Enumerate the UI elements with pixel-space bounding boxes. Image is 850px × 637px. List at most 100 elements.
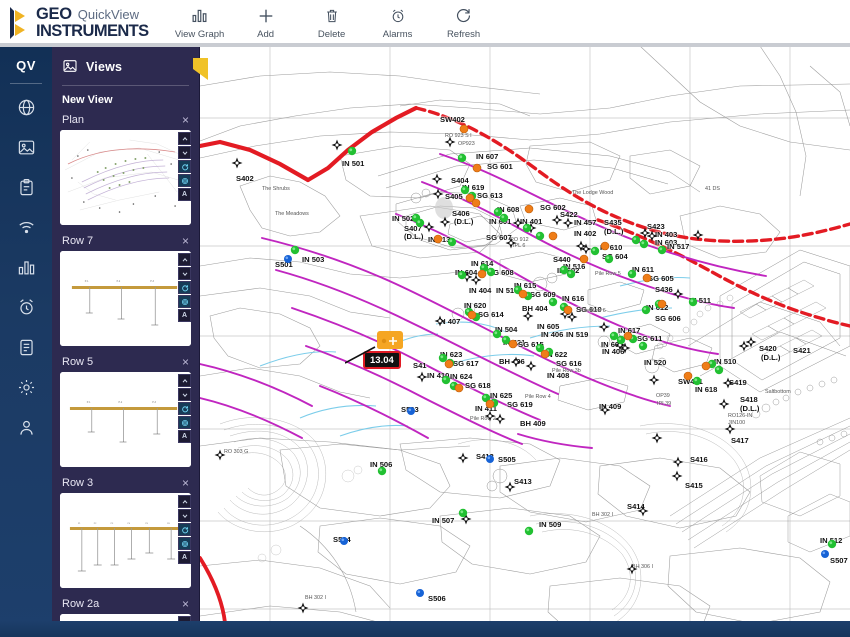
view-card-header: Row 2a × [60, 598, 191, 614]
move-down-button[interactable] [178, 388, 191, 401]
view-thumbnail-plan[interactable]: A [60, 130, 191, 225]
view-card-title: Row 2a [62, 598, 100, 610]
view-thumbnail-row7[interactable]: Pile Instrumentation Row 7 P-1P-2P-3 [60, 251, 191, 346]
map-marker-layer[interactable] [200, 46, 850, 637]
thumb-button-column: A [178, 374, 191, 443]
refresh-button[interactable]: Refresh [441, 6, 487, 40]
close-icon[interactable]: × [182, 477, 189, 489]
alarm-button[interactable]: A [178, 309, 191, 322]
strain-gauge-markers [433, 124, 711, 409]
sidebar-item-logs[interactable] [6, 330, 46, 370]
views-panel-title: Views [86, 59, 123, 74]
refresh-button[interactable] [178, 402, 191, 415]
view-card-header: Plan × [60, 114, 191, 130]
alarm-button[interactable]: A [178, 430, 191, 443]
views-panel-header: Views [52, 46, 199, 83]
view-thumbnail-row5[interactable]: Pile Instrumentation Row 5 P-1P-2P-3 [60, 372, 191, 467]
alarm-clock-icon [390, 6, 406, 26]
view-graph-button[interactable]: View Graph [175, 6, 224, 40]
refresh-button[interactable] [178, 160, 191, 173]
move-up-button[interactable] [178, 495, 191, 508]
refresh-icon [455, 6, 472, 26]
document-icon [17, 338, 36, 362]
view-card-row3[interactable]: Row 3 × Pile Instrumentation Row 3 [52, 477, 199, 598]
move-up-button[interactable] [178, 132, 191, 145]
main-toolbar: View Graph Add Delete Alarms Refresh [175, 6, 487, 40]
globe-icon [17, 98, 36, 122]
alarms-label: Alarms [382, 28, 413, 40]
bottom-status-bar [0, 621, 850, 637]
top-bar: GEO QuickView INSTRUMENTS View Graph Add… [0, 0, 850, 46]
sidebar-item-account[interactable] [6, 410, 46, 450]
close-icon[interactable]: × [182, 235, 189, 247]
sidebar-item-views[interactable] [6, 130, 46, 170]
topbar-shadow-strip [0, 43, 850, 47]
move-up-button[interactable] [178, 374, 191, 387]
alarms-button[interactable]: Alarms [375, 6, 421, 40]
move-down-button[interactable] [178, 267, 191, 280]
sidebar-item-sensors[interactable] [6, 210, 46, 250]
view-card-header: Row 5 × [60, 356, 191, 372]
user-icon [17, 418, 36, 442]
alarm-button[interactable]: A [178, 188, 191, 201]
image-icon [62, 58, 79, 75]
row3-section-graphic: P1 P2 P3 P4 P5 P6 [60, 493, 191, 588]
geo-logo-icon [8, 6, 30, 40]
settings-button[interactable] [178, 295, 191, 308]
thumb-button-column: A [178, 132, 191, 201]
rail-divider [10, 83, 42, 84]
move-down-button[interactable] [178, 509, 191, 522]
row5-section-graphic: P-1 P-2 P-3 [60, 372, 191, 467]
view-card-header: Row 7 × [60, 235, 191, 251]
callout-leader-line [345, 346, 376, 364]
sensor-value-callout[interactable]: 13.04 [345, 331, 403, 369]
view-card-header: Row 3 × [60, 477, 191, 493]
new-view-label: New View [62, 94, 113, 106]
view-thumbnail-row3[interactable]: Pile Instrumentation Row 3 [60, 493, 191, 588]
close-icon[interactable]: × [182, 598, 189, 610]
site-map[interactable]: S402 IN 501 SW402 RO 923 S I OP923 IN 607 SG 6… [200, 46, 850, 637]
refresh-button[interactable] [178, 281, 191, 294]
close-icon[interactable]: × [182, 114, 189, 126]
add-button[interactable]: Add [243, 6, 289, 40]
views-header-divider [62, 85, 189, 86]
water-markers [284, 255, 829, 597]
delete-button[interactable]: Delete [309, 6, 355, 40]
row7-section-graphic: P-1 P-2 P-3 [60, 251, 191, 346]
plan-thumbnail-graphic [60, 130, 191, 225]
alarm-button[interactable]: A [178, 551, 191, 564]
brand-line1: GEO [36, 5, 72, 23]
survey-markers [214, 136, 757, 614]
close-icon[interactable]: × [182, 356, 189, 368]
move-down-button[interactable] [178, 146, 191, 159]
sidebar-item-alarms[interactable] [6, 290, 46, 330]
sidebar-item-charts[interactable] [6, 250, 46, 290]
left-rail: QV [0, 46, 52, 637]
settings-button[interactable] [178, 537, 191, 550]
view-card-row7[interactable]: Row 7 × Pile Instrumentation Row 7 P-1P-… [52, 235, 199, 356]
settings-button[interactable] [178, 174, 191, 187]
view-card-title: Row 5 [62, 356, 94, 368]
add-label: Add [257, 28, 275, 40]
trash-icon [324, 6, 340, 26]
view-card-row5[interactable]: Row 5 × Pile Instrumentation Row 5 P-1P-… [52, 356, 199, 477]
views-panel: Views New View Plan × A Row 7 × P-1 P-2 … [52, 46, 200, 637]
alarm-marker-icon [377, 331, 403, 349]
view-card-title: Row 3 [62, 477, 94, 489]
refresh-button[interactable] [178, 523, 191, 536]
sidebar-item-settings[interactable] [6, 370, 46, 410]
panel-collapse-handle[interactable] [193, 58, 208, 80]
clipboard-icon [17, 178, 36, 202]
refresh-label: Refresh [446, 28, 481, 40]
sidebar-item-globe[interactable] [6, 90, 46, 130]
gear-icon [17, 378, 36, 402]
settings-button[interactable] [178, 416, 191, 429]
move-up-button[interactable] [178, 253, 191, 266]
thumb-button-column: A [178, 253, 191, 322]
wifi-icon [17, 218, 36, 242]
bar-chart-icon [17, 258, 36, 282]
view-card-plan[interactable]: Plan × A [52, 114, 199, 235]
sidebar-item-reports[interactable] [6, 170, 46, 210]
brand-line2: INSTRUMENTS [36, 21, 149, 40]
plus-icon [257, 6, 275, 26]
